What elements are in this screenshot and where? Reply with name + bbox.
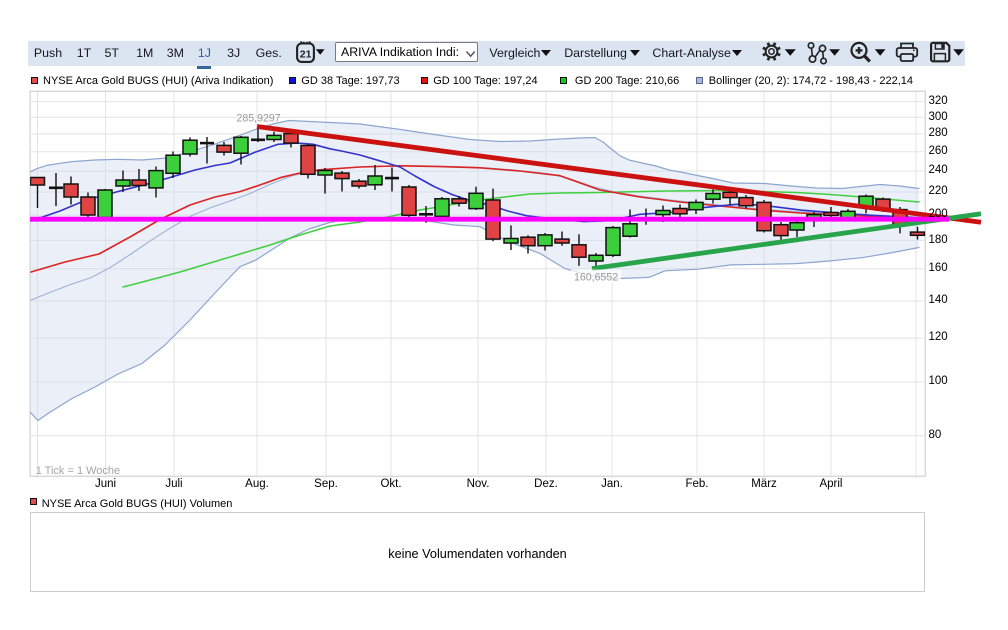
svg-text:1 Tick = 1 Woche: 1 Tick = 1 Woche [36,465,120,477]
svg-text:285,9297: 285,9297 [237,113,281,125]
svg-text:160,6552: 160,6552 [574,272,618,284]
